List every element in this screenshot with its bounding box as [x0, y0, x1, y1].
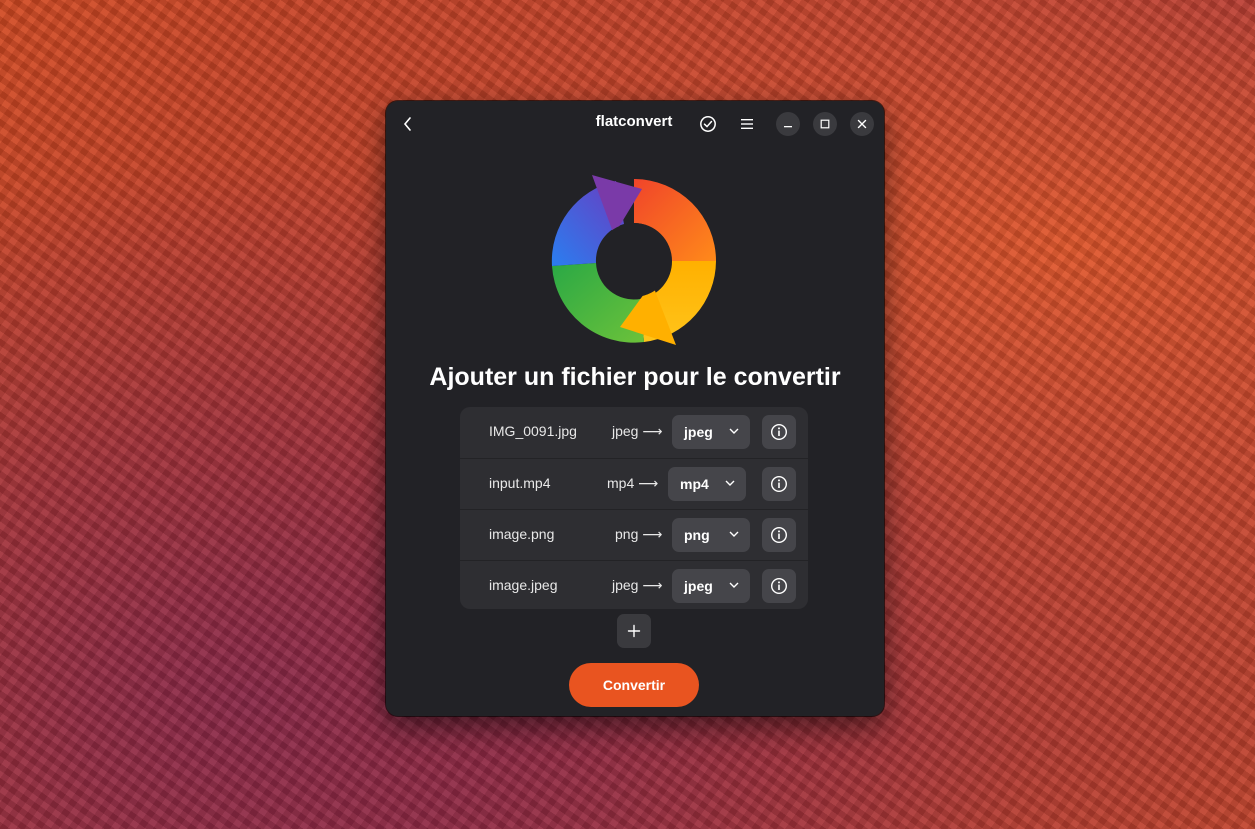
back-button[interactable] — [396, 112, 420, 136]
main-menu-button[interactable] — [735, 112, 759, 136]
file-row: IMG_0091.jpg jpeg ⟶ jpeg — [460, 407, 808, 457]
status-button[interactable] — [696, 112, 720, 136]
minimize-icon — [784, 126, 792, 128]
info-icon — [770, 577, 788, 595]
target-format-dropdown[interactable]: png — [672, 518, 750, 552]
chevron-down-icon — [729, 582, 739, 588]
file-name: IMG_0091.jpg — [489, 423, 577, 439]
file-row: image.png png ⟶ png — [460, 509, 808, 560]
page-heading: Ajouter un fichier pour le convertir — [429, 363, 841, 391]
app-window: flatconvert Ajouter un fichier pour le c… — [386, 101, 884, 716]
target-format-dropdown[interactable]: jpeg — [672, 569, 750, 603]
window-title: flatconvert — [595, 113, 673, 130]
hamburger-menu-icon — [741, 119, 753, 129]
maximize-icon — [820, 119, 830, 129]
source-format: mp4 ⟶ — [607, 475, 659, 491]
check-circle-icon — [700, 116, 716, 132]
minimize-button[interactable] — [776, 112, 800, 136]
target-format-dropdown[interactable]: jpeg — [672, 415, 750, 449]
target-format-value: jpeg — [684, 424, 713, 440]
close-icon — [857, 119, 867, 129]
source-format: png ⟶ — [615, 526, 663, 542]
add-file-button[interactable] — [617, 614, 651, 648]
chevron-down-icon — [725, 480, 735, 486]
source-format: jpeg ⟶ — [612, 577, 663, 593]
source-format: jpeg ⟶ — [612, 423, 663, 439]
file-name: image.png — [489, 526, 555, 542]
target-format-value: mp4 — [680, 476, 709, 492]
convert-button[interactable]: Convertir — [569, 663, 699, 707]
plus-icon — [627, 624, 641, 638]
file-row: input.mp4 mp4 ⟶ mp4 — [460, 458, 808, 509]
target-format-value: jpeg — [684, 578, 713, 594]
info-icon — [770, 423, 788, 441]
close-button[interactable] — [850, 112, 874, 136]
info-icon — [770, 526, 788, 544]
maximize-button[interactable] — [813, 112, 837, 136]
info-icon — [770, 475, 788, 493]
file-info-button[interactable] — [762, 415, 796, 449]
file-list: IMG_0091.jpg jpeg ⟶ jpeg input.mp4 mp4 ⟶… — [460, 407, 808, 609]
file-name: image.jpeg — [489, 577, 558, 593]
file-name: input.mp4 — [489, 475, 551, 491]
file-info-button[interactable] — [762, 467, 796, 501]
target-format-value: png — [684, 527, 710, 543]
chevron-down-icon — [729, 428, 739, 434]
chevron-left-icon — [403, 117, 411, 131]
target-format-dropdown[interactable]: mp4 — [668, 467, 746, 501]
file-row: image.jpeg jpeg ⟶ jpeg — [460, 560, 808, 609]
chevron-down-icon — [729, 531, 739, 537]
file-info-button[interactable] — [762, 518, 796, 552]
app-logo-icon — [551, 175, 716, 345]
file-info-button[interactable] — [762, 569, 796, 603]
header-bar: flatconvert — [386, 101, 884, 147]
